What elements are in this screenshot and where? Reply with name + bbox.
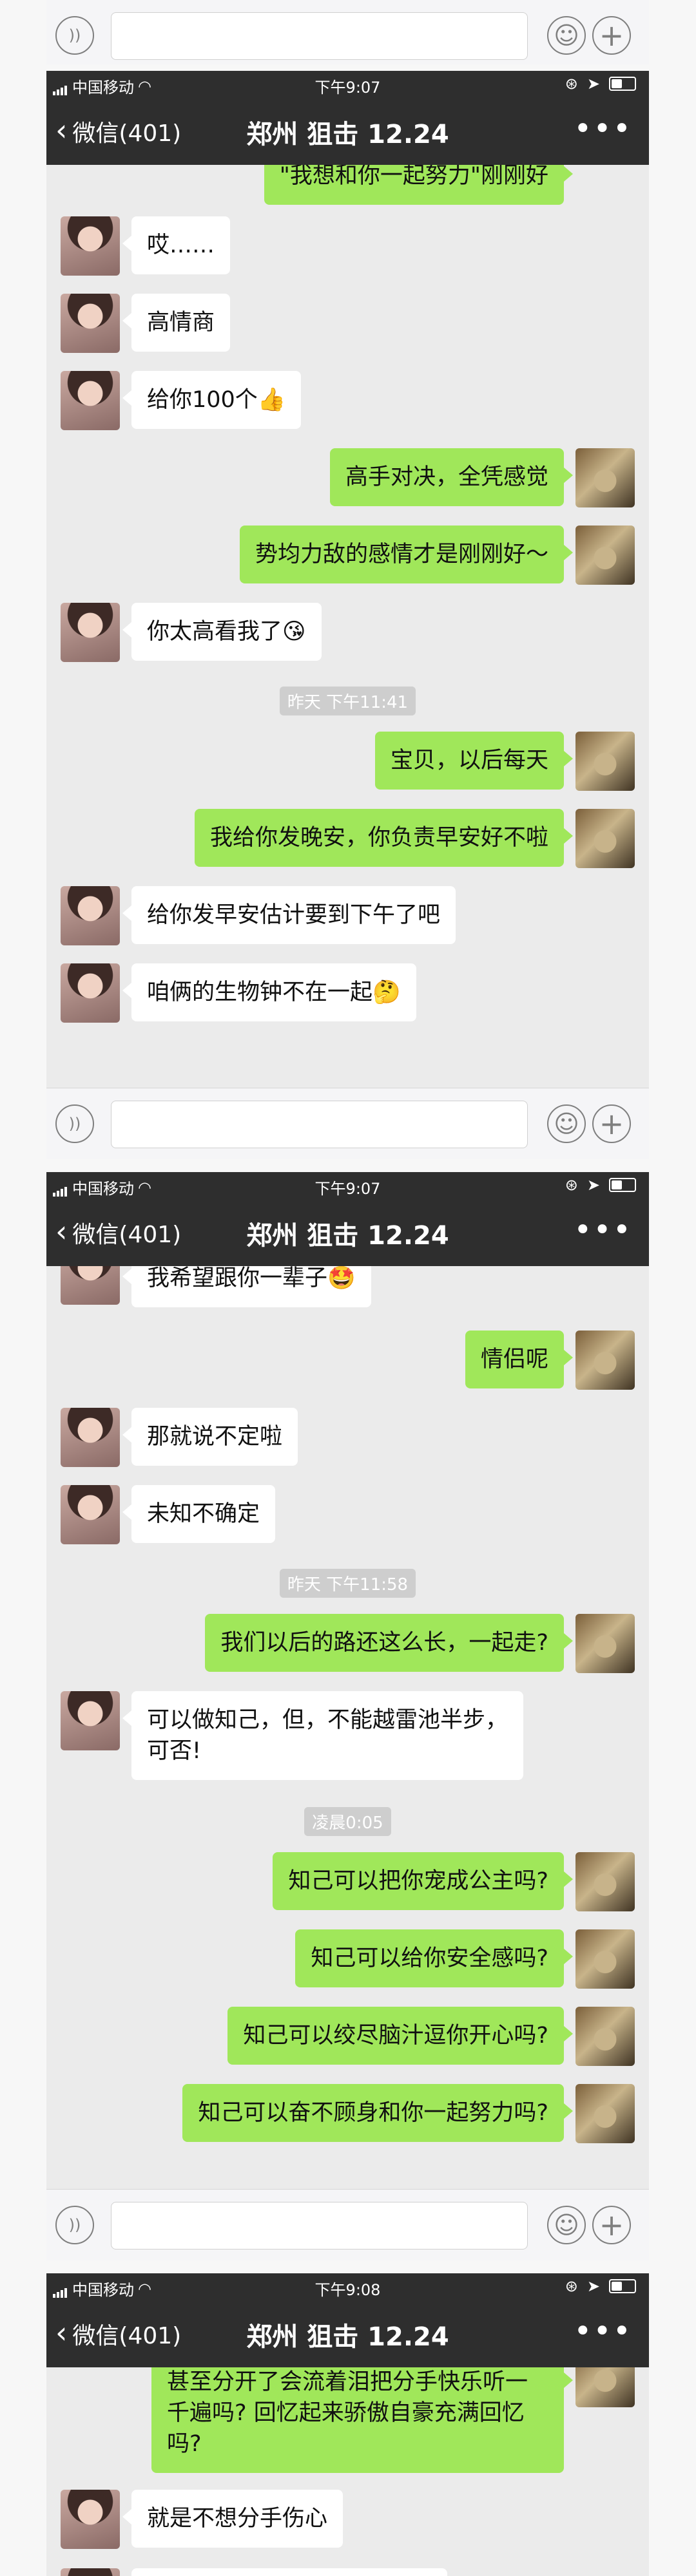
message-bubble-received[interactable]: 给你100个👍 bbox=[122, 371, 302, 429]
message-bubble-sent[interactable]: 情侣呢 bbox=[465, 1331, 574, 1388]
avatar[interactable] bbox=[61, 603, 120, 662]
status-bar: 中国移动 ◠ 下午9:07 ⊛ ➤ bbox=[46, 71, 649, 97]
avatar[interactable] bbox=[61, 2568, 120, 2576]
message-bubble-received[interactable]: 你太高看我了😘 bbox=[122, 603, 322, 661]
status-time: 下午9:07 bbox=[314, 79, 381, 97]
message-bubble-received[interactable]: 高情商 bbox=[122, 294, 231, 352]
more-icon[interactable]: ••• bbox=[574, 2313, 632, 2349]
message-bubble-received[interactable]: 未知不确定 bbox=[122, 1485, 276, 1543]
avatar-self[interactable] bbox=[575, 2084, 635, 2143]
avatar-self[interactable] bbox=[575, 1331, 635, 1390]
emoji-icon[interactable]: ☺ bbox=[547, 2206, 586, 2244]
voice-icon[interactable]: )) bbox=[55, 2206, 94, 2244]
avatar[interactable] bbox=[61, 294, 120, 353]
chat-title: 郑州 狙击 12.24 bbox=[246, 120, 449, 149]
avatar-self[interactable] bbox=[575, 1929, 635, 1989]
message-input[interactable] bbox=[111, 1101, 528, 1148]
message-list[interactable]: "我想和你一起努力"刚刚好 哎…… 高情商 给你100个👍 高手对决，全凭感觉 … bbox=[46, 165, 649, 1088]
lock-rotation-icon: ⊛ bbox=[565, 2277, 578, 2295]
timestamp: 昨天 下午11:41 bbox=[46, 687, 649, 715]
message-bubble-sent[interactable]: 势均力敌的感情才是刚刚好～ bbox=[239, 526, 574, 583]
avatar-self[interactable] bbox=[575, 2007, 635, 2066]
message-bubble-received[interactable]: 给你发早安估计要到下午了吧 bbox=[122, 886, 456, 944]
plus-icon[interactable]: + bbox=[592, 16, 631, 55]
message-bubble-sent[interactable]: 甚至分开了会流着泪把分手快乐听一 千遍吗? 回忆起来骄傲自豪充满回忆 吗? bbox=[151, 2367, 573, 2473]
location-icon: ➤ bbox=[586, 75, 600, 93]
emoji-icon[interactable]: ☺ bbox=[547, 1104, 586, 1143]
message-list[interactable]: 我希望跟你一辈子🤩 情侣呢 那就说不定啦 未知不确定 昨天 下午11:58 我们… bbox=[46, 1266, 649, 2190]
avatar-self[interactable] bbox=[575, 1614, 635, 1673]
avatar[interactable] bbox=[61, 216, 120, 276]
avatar[interactable] bbox=[61, 1485, 120, 1544]
nav-bar: ‹ 微信(401) 郑州 狙击 12.24 ••• bbox=[46, 1198, 649, 1266]
message-bubble-sent[interactable]: 我们以后的路还这么长，一起走? bbox=[205, 1614, 573, 1672]
message-bubble-sent[interactable]: "我想和你一起努力"刚刚好 bbox=[264, 165, 574, 205]
avatar-self[interactable] bbox=[575, 2367, 635, 2407]
timestamp-label: 昨天 下午11:41 bbox=[279, 687, 416, 715]
avatar-self[interactable] bbox=[575, 526, 635, 585]
avatar[interactable] bbox=[61, 1266, 120, 1305]
message-bubble-received[interactable]: 咱俩的生物钟不在一起🤔 bbox=[122, 963, 416, 1021]
input-bar-top: )) ☺ + bbox=[46, 0, 649, 64]
battery-icon bbox=[609, 2279, 636, 2293]
input-bar: )) ☺ + bbox=[46, 2189, 649, 2260]
avatar[interactable] bbox=[61, 2490, 120, 2549]
status-time: 下午9:07 bbox=[314, 1180, 381, 1198]
more-icon[interactable]: ••• bbox=[574, 111, 632, 147]
avatar[interactable] bbox=[61, 1691, 120, 1750]
plus-icon[interactable]: + bbox=[592, 1104, 631, 1143]
message-bubble-received[interactable]: 我希望跟你一辈子🤩 bbox=[122, 1266, 371, 1307]
message-bubble-sent[interactable]: 知己可以把你宠成公主吗? bbox=[273, 1852, 573, 1910]
message-bubble-sent[interactable]: 知己可以奋不顾身和你一起努力吗? bbox=[182, 2084, 573, 2142]
message-bubble-received[interactable]: 可以做知己，但，不能越雷池半步， 可否! bbox=[122, 1691, 524, 1780]
plus-icon[interactable]: + bbox=[592, 2206, 631, 2244]
status-bar: 中国移动 ◠ 下午9:08 ⊛ ➤ bbox=[46, 2273, 649, 2299]
chat-screen-1: 中国移动 ◠ 下午9:07 ⊛ ➤ ‹ 微信(401) 郑州 狙击 12.24 … bbox=[46, 71, 649, 1159]
message-bubble-received[interactable]: 哎…… bbox=[122, 216, 231, 274]
location-icon: ➤ bbox=[586, 2277, 600, 2295]
message-list[interactable]: 甚至分开了会流着泪把分手快乐听一 千遍吗? 回忆起来骄傲自豪充满回忆 吗? 就是… bbox=[46, 2367, 649, 2576]
nav-bar: ‹ 微信(401) 郑州 狙击 12.24 ••• bbox=[46, 2299, 649, 2367]
location-icon: ➤ bbox=[586, 1176, 600, 1194]
message-bubble-sent[interactable]: 高手对决，全凭感觉 bbox=[329, 448, 574, 506]
avatar-self[interactable] bbox=[575, 809, 635, 868]
chat-screen-2: 中国移动 ◠ 下午9:07 ⊛ ➤ ‹ 微信(401) 郑州 狙击 12.24 … bbox=[46, 1172, 649, 2260]
timestamp: 昨天 下午11:58 bbox=[46, 1569, 649, 1598]
timestamp-label: 昨天 下午11:58 bbox=[279, 1569, 416, 1598]
more-icon[interactable]: ••• bbox=[574, 1212, 632, 1248]
status-time: 下午9:08 bbox=[314, 2281, 381, 2299]
nav-bar: ‹ 微信(401) 郑州 狙击 12.24 ••• bbox=[46, 97, 649, 165]
avatar[interactable] bbox=[61, 1408, 120, 1467]
lock-rotation-icon: ⊛ bbox=[565, 1176, 578, 1194]
message-bubble-sent[interactable]: 宝贝，以后每天 bbox=[374, 732, 574, 790]
chat-screen-3: 中国移动 ◠ 下午9:08 ⊛ ➤ ‹ 微信(401) 郑州 狙击 12.24 … bbox=[46, 2273, 649, 2576]
message-input-top[interactable] bbox=[111, 12, 528, 60]
status-bar: 中国移动 ◠ 下午9:07 ⊛ ➤ bbox=[46, 1172, 649, 1198]
message-bubble-sent[interactable]: 知己可以给你安全感吗? bbox=[295, 1929, 573, 1987]
avatar-self[interactable] bbox=[575, 1852, 635, 1911]
chat-title: 郑州 狙击 12.24 bbox=[246, 2322, 449, 2352]
message-input[interactable] bbox=[111, 2202, 528, 2249]
avatar[interactable] bbox=[61, 886, 120, 945]
battery-icon bbox=[609, 1178, 636, 1192]
timestamp-label: 凌晨0:05 bbox=[304, 1807, 391, 1836]
avatar-self[interactable] bbox=[575, 448, 635, 507]
chat-title: 郑州 狙击 12.24 bbox=[246, 1221, 449, 1251]
avatar[interactable] bbox=[61, 371, 120, 430]
message-bubble-sent[interactable]: 知己可以绞尽脑汁逗你开心吗? bbox=[227, 2007, 573, 2065]
lock-rotation-icon: ⊛ bbox=[565, 75, 578, 93]
voice-icon[interactable]: )) bbox=[55, 16, 94, 55]
emoji-icon[interactable]: ☺ bbox=[547, 16, 586, 55]
avatar-self[interactable] bbox=[575, 732, 635, 791]
battery-icon bbox=[609, 77, 636, 91]
timestamp: 凌晨0:05 bbox=[46, 1807, 649, 1836]
message-bubble-sent[interactable]: 我给你发晚安，你负责早安好不啦 bbox=[194, 809, 574, 867]
message-bubble-received[interactable] bbox=[131, 2568, 447, 2576]
message-bubble-received[interactable]: 就是不想分手伤心 bbox=[122, 2490, 343, 2548]
voice-icon[interactable]: )) bbox=[55, 1104, 94, 1143]
avatar[interactable] bbox=[61, 963, 120, 1023]
input-bar: )) ☺ + bbox=[46, 1088, 649, 1159]
message-bubble-received[interactable]: 那就说不定啦 bbox=[122, 1408, 298, 1466]
